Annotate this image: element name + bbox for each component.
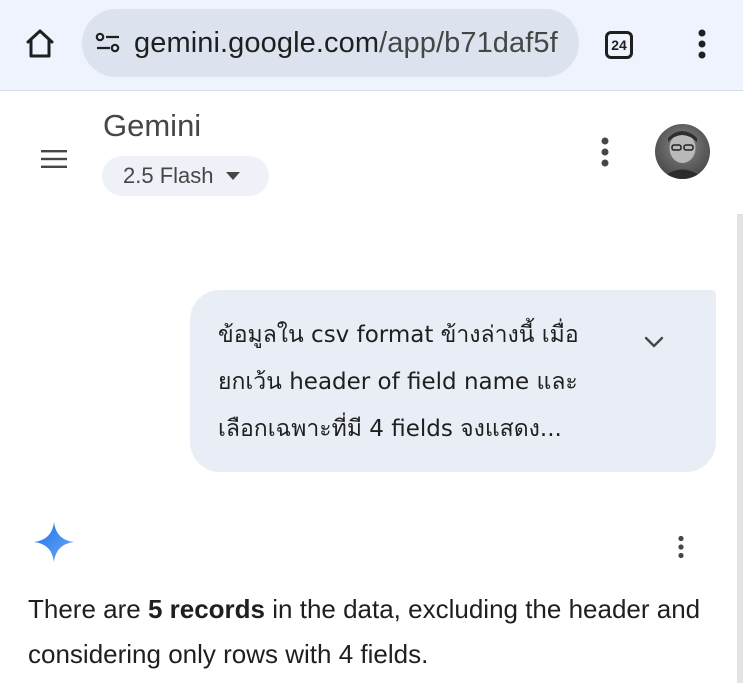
more-vert-icon bbox=[601, 137, 609, 167]
expand-message-button[interactable] bbox=[640, 328, 668, 356]
hamburger-menu-icon bbox=[41, 150, 67, 168]
user-message-bubble: ข้อมูลใน csv format ข้างล่างนี้ เมื่อ ยก… bbox=[190, 290, 716, 472]
app-menu-button[interactable] bbox=[590, 132, 620, 172]
user-message-line: ยกเว้น header of field name และ bbox=[218, 369, 578, 395]
tab-switcher-button[interactable]: 24 bbox=[601, 27, 637, 63]
avatar[interactable] bbox=[655, 124, 710, 179]
url-host: gemini.google.com bbox=[134, 26, 380, 59]
chevron-down-icon bbox=[644, 336, 664, 348]
gemini-spark-icon bbox=[34, 522, 74, 562]
home-icon bbox=[26, 29, 54, 58]
tab-count: 24 bbox=[605, 31, 633, 59]
home-button[interactable] bbox=[18, 22, 62, 66]
app-title: Gemini bbox=[103, 108, 202, 143]
address-bar[interactable]: gemini.google.com/app/b71daf5f bbox=[82, 9, 579, 77]
caret-down-icon bbox=[225, 172, 240, 180]
response-menu-button[interactable] bbox=[669, 532, 693, 562]
tune-icon[interactable] bbox=[94, 29, 122, 57]
app-header: Gemini 2.5 Flash bbox=[0, 92, 743, 212]
url-path: /app/b71daf5f bbox=[379, 26, 558, 59]
url-text: gemini.google.com/app/b71daf5f bbox=[134, 27, 558, 60]
browser-menu-button[interactable] bbox=[684, 24, 720, 64]
browser-toolbar: gemini.google.com/app/b71daf5f 24 bbox=[0, 0, 743, 91]
more-vert-icon bbox=[678, 535, 684, 559]
scrollbar[interactable] bbox=[737, 214, 743, 683]
model-label: 2.5 Flash bbox=[123, 163, 214, 188]
model-selector[interactable]: 2.5 Flash bbox=[102, 156, 269, 196]
nav-menu-button[interactable] bbox=[36, 144, 72, 174]
avatar-photo-icon bbox=[661, 131, 704, 179]
response-highlight: 5 records bbox=[147, 594, 266, 624]
user-message-line: เลือกเฉพาะที่มี 4 fields จงแสดง... bbox=[218, 416, 562, 442]
response-text: There are 5 records in the data, excludi… bbox=[28, 587, 718, 677]
response-text-part: There are bbox=[28, 594, 148, 624]
user-message-text: ข้อมูลใน csv format ข้างล่างนี้ เมื่อ ยก… bbox=[218, 312, 618, 453]
user-message-line: ข้อมูลใน csv format ข้างล่างนี้ เมื่อ bbox=[218, 322, 579, 348]
more-vert-icon bbox=[698, 29, 706, 59]
